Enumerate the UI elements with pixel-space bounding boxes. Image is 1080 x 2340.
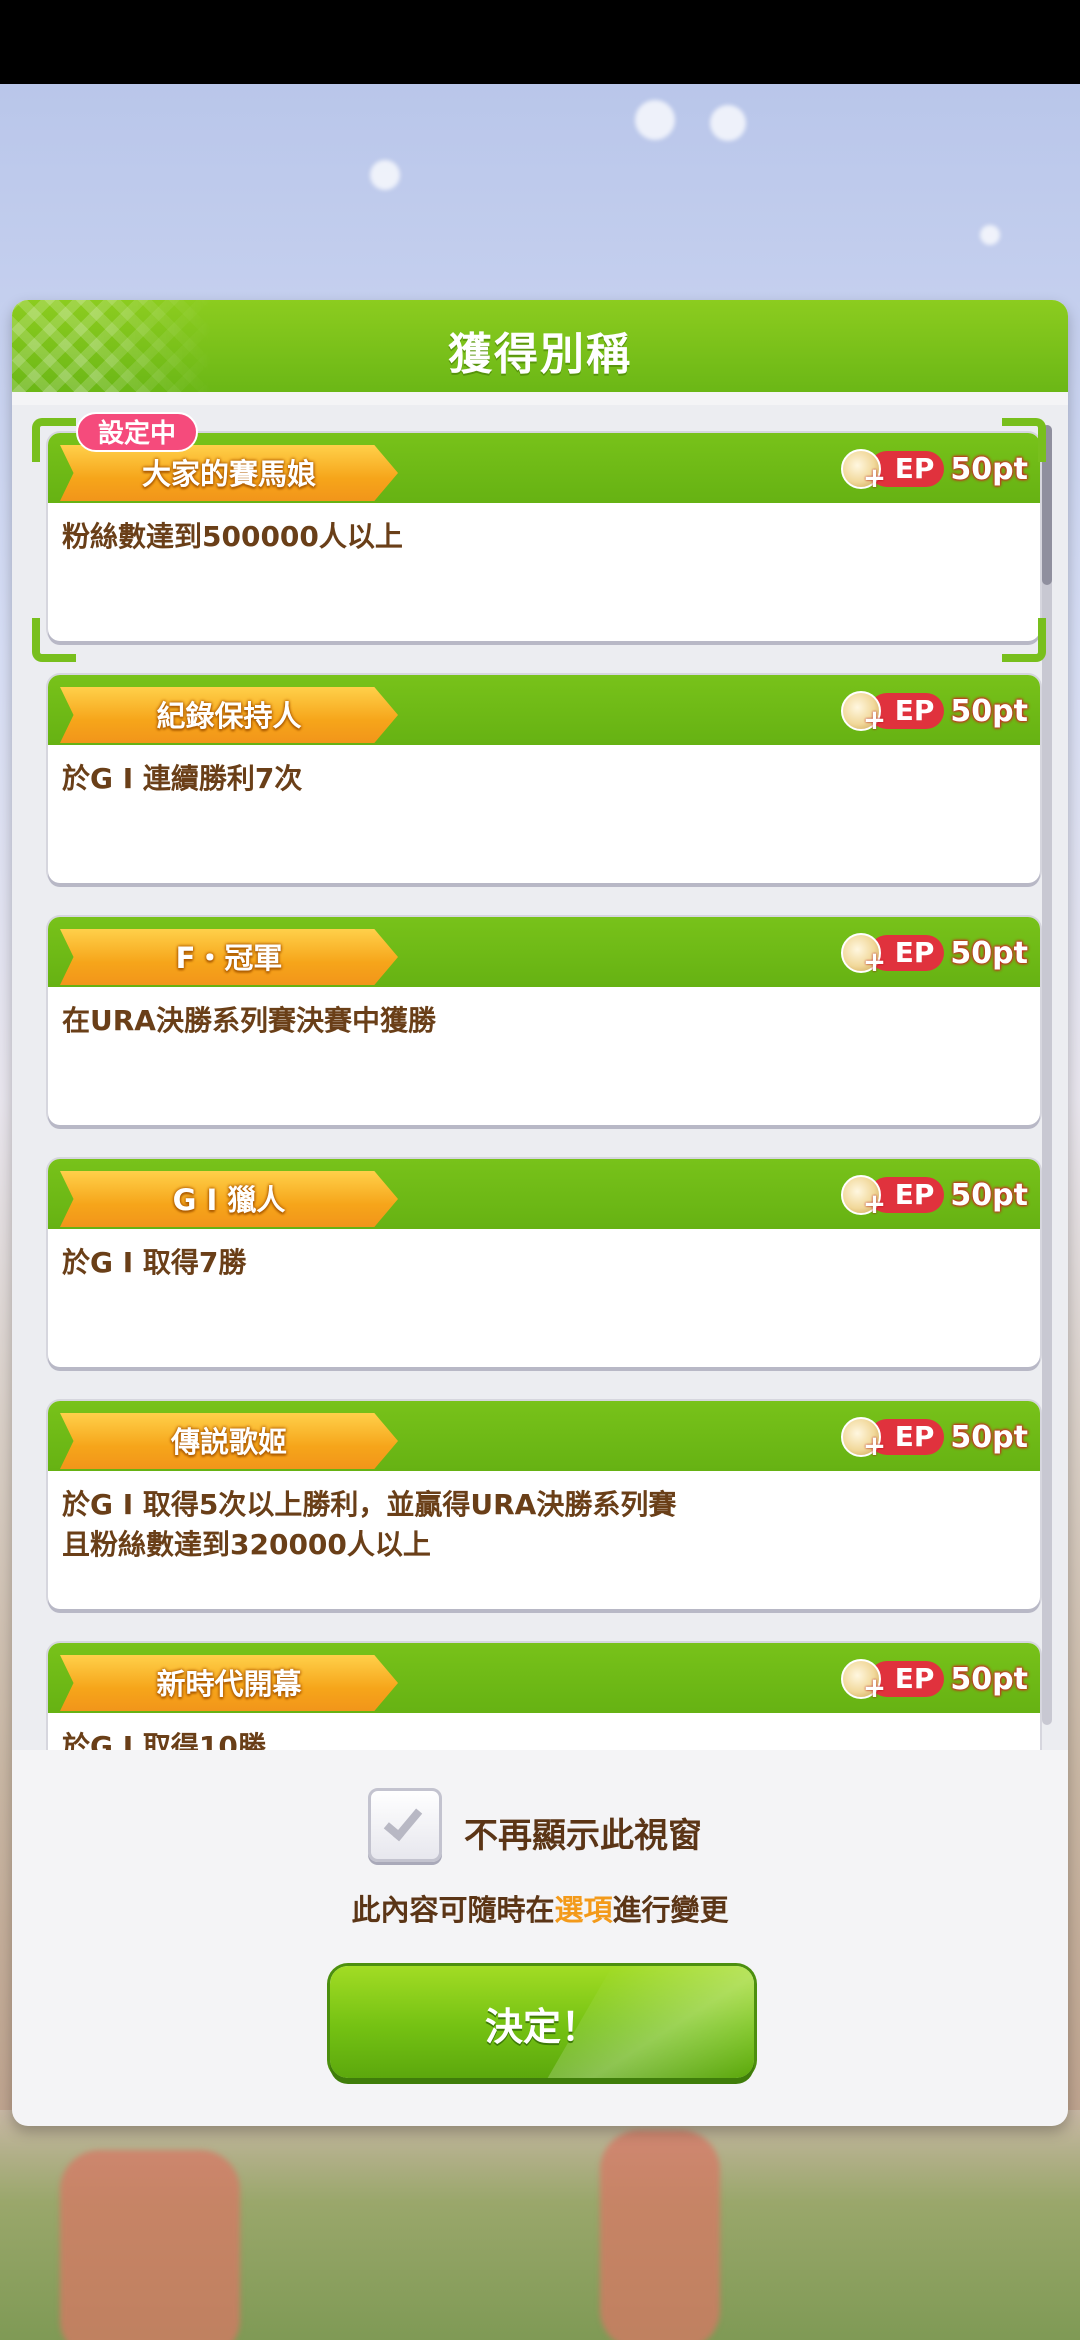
reward-value: 50pt [950,1661,1028,1697]
reward-badge: + EP 50pt [840,931,1028,978]
title-description: 於G I 取得7勝 [62,1246,247,1279]
selection-corner [32,618,76,662]
card-header: G I 獵人 + EP 50pt [48,1159,1040,1229]
background-figure [60,2150,240,2340]
title-name: G I 獵人 [172,1183,286,1217]
reward-value: 50pt [950,1177,1028,1213]
selection-corner [1002,618,1046,662]
reward-badge: + EP 50pt [840,447,1028,494]
card-header: 新時代開幕 + EP 50pt [48,1643,1040,1713]
dont-show-again-checkbox[interactable] [368,1788,442,1862]
title-name: 新時代開幕 [156,1667,302,1701]
confirm-button-label: 決定！ [484,2005,599,2049]
title-card[interactable]: 大家的賽馬娘 + EP 50pt 粉絲數達到500000人以上 [48,433,1040,641]
title-name: 大家的賽馬娘 [141,457,316,491]
title-name: F・冠軍 [175,941,283,975]
plus-icon: + [862,945,887,978]
confirm-button[interactable]: 決定！ [330,1966,754,2078]
background-petal [710,105,746,141]
settings-hint: 此內容可隨時在選項進行變更 [12,1887,1068,1929]
title-card[interactable]: 傳説歌姬 + EP 50pt 於G I 取得5次以上勝利，並贏得URA決勝系列賽… [48,1401,1040,1609]
hint-suffix: 進行變更 [612,1893,729,1927]
title-name: 紀錄保持人 [156,699,302,733]
title-acquired-dialog: 獲得別稱 大家的賽馬娘 + EP 50pt 粉絲數達到500000人以上 紀錄保… [12,300,1068,2126]
title-card[interactable]: 新時代開幕 + EP 50pt 於G I 取得10勝 [48,1643,1040,1750]
plus-icon: + [862,703,887,736]
reward-value: 50pt [950,693,1028,729]
card-header: F・冠軍 + EP 50pt [48,917,1040,987]
background-petal [635,100,675,140]
card-header: 紀錄保持人 + EP 50pt [48,675,1040,745]
reward-badge: + EP 50pt [840,1173,1028,1220]
card-header: 大家的賽馬娘 + EP 50pt [48,433,1040,503]
title-list[interactable]: 大家的賽馬娘 + EP 50pt 粉絲數達到500000人以上 紀錄保持人 + … [12,405,1068,1750]
dialog-title: 獲得別稱 [448,329,632,380]
plus-icon: + [862,1187,887,1220]
title-card[interactable]: G I 獵人 + EP 50pt 於G I 取得7勝 [48,1159,1040,1367]
plus-icon: + [862,1671,887,1704]
background-petal [370,160,400,190]
hint-prefix: 此內容可隨時在 [351,1893,555,1927]
title-description: 於G I 取得5次以上勝利，並贏得URA決勝系列賽 且粉絲數達到320000人以… [62,1488,677,1561]
plus-icon: + [862,1429,887,1462]
title-description: 於G I 連續勝利7次 [62,762,303,795]
background-figure [600,2130,720,2340]
background-petal [980,225,1000,245]
reward-badge: + EP 50pt [840,689,1028,736]
status-bar [0,0,1080,84]
reward-value: 50pt [950,1419,1028,1455]
dialog-header: 獲得別稱 [12,300,1068,392]
reward-badge: + EP 50pt [840,1657,1028,1704]
reward-value: 50pt [950,935,1028,971]
active-status-badge: 設定中 [76,412,199,452]
selection-corner [32,418,76,462]
checkbox-label[interactable]: 不再顯示此視窗 [464,1808,702,1857]
title-card[interactable]: 紀錄保持人 + EP 50pt 於G I 連續勝利7次 [48,675,1040,883]
card-header: 傳説歌姬 + EP 50pt [48,1401,1040,1471]
title-description: 於G I 取得10勝 [62,1730,266,1750]
checkmark-icon [383,1800,423,1842]
title-card[interactable]: F・冠軍 + EP 50pt 在URA決勝系列賽決賽中獲勝 [48,917,1040,1125]
title-name: 傳説歌姬 [170,1425,287,1459]
hint-options-link: 選項 [554,1893,613,1927]
plus-icon: + [862,461,887,494]
reward-badge: + EP 50pt [840,1415,1028,1462]
title-description: 粉絲數達到500000人以上 [62,520,403,553]
selection-corner [1002,418,1046,462]
title-description: 在URA決勝系列賽決賽中獲勝 [62,1004,436,1037]
